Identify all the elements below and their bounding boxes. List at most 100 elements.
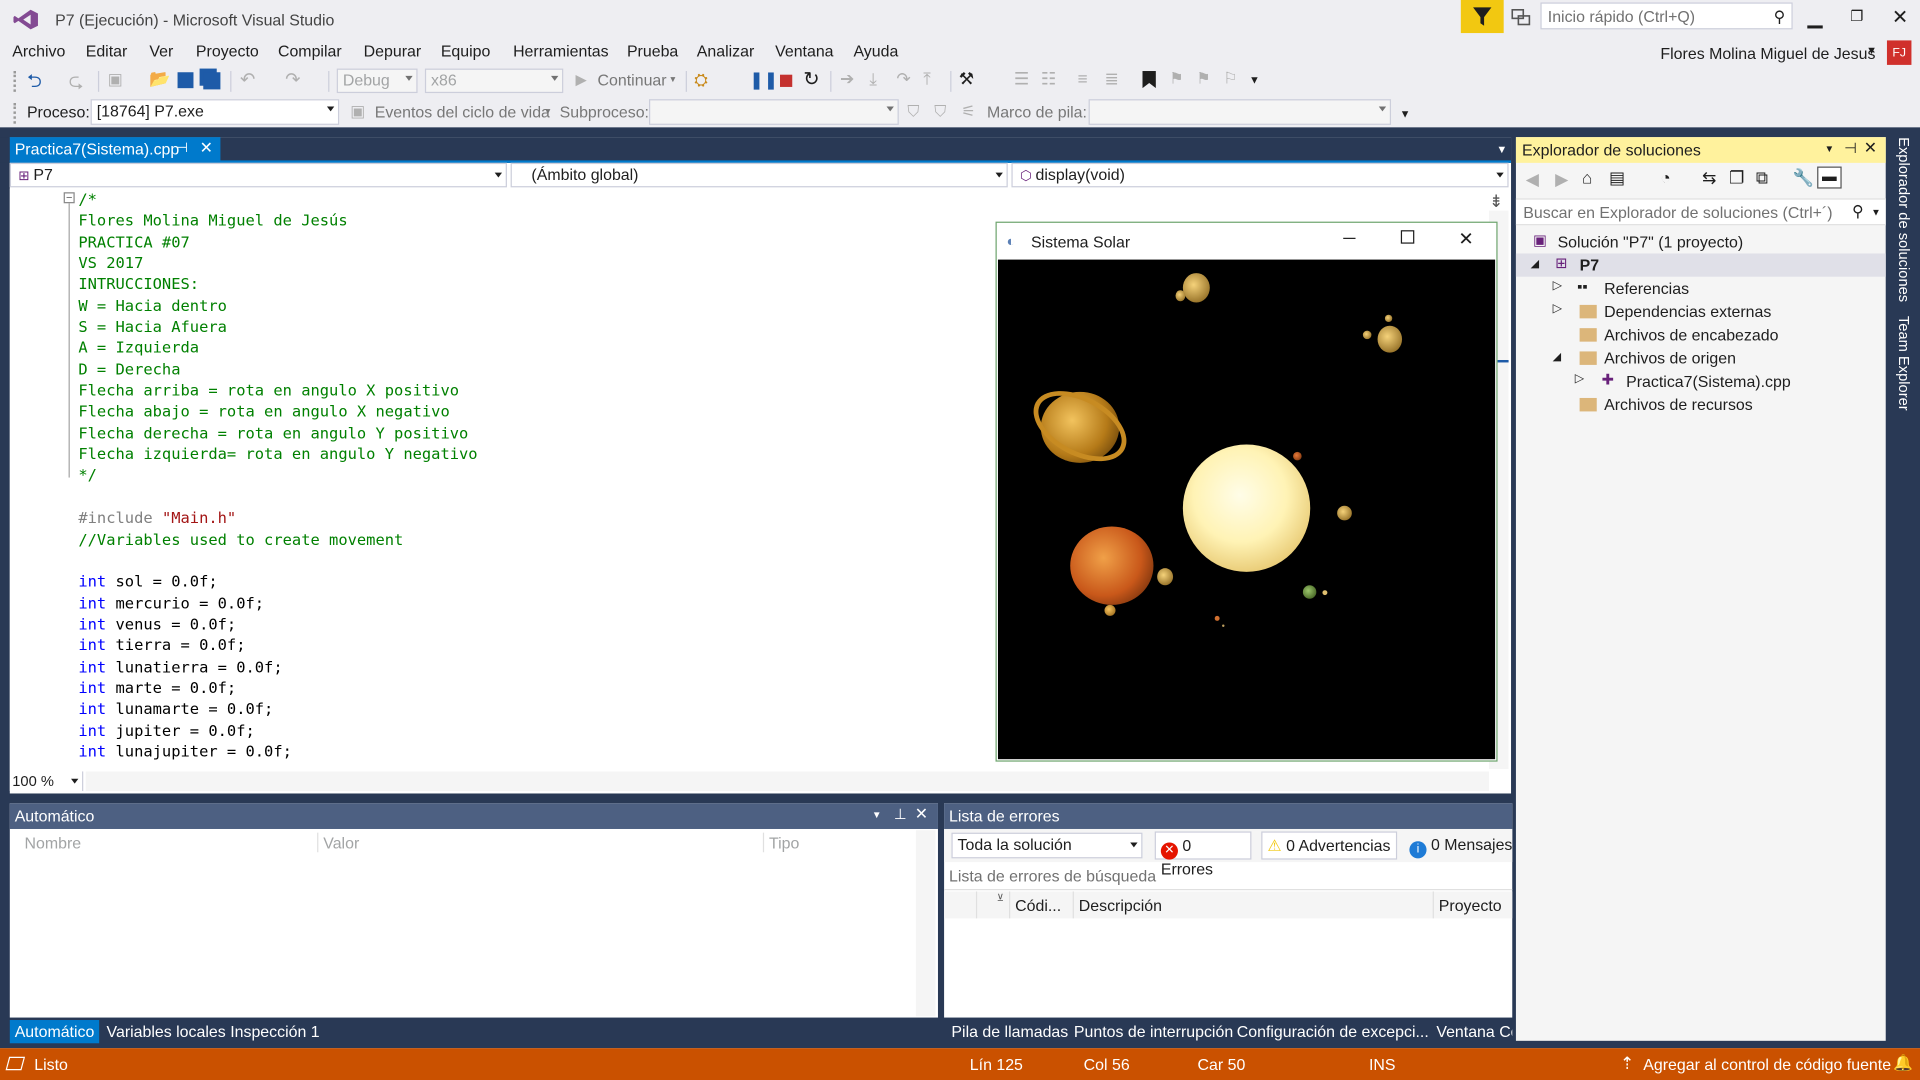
switch-views-icon[interactable]: ▤ [1609, 168, 1625, 189]
menu-archivo[interactable]: Archivo [12, 42, 65, 60]
step-out-icon[interactable]: ⤒ [923, 69, 931, 90]
code-line[interactable] [78, 486, 477, 507]
code-line[interactable]: int venus = 0.0f; [78, 613, 477, 634]
tree-item-origen[interactable]: ◢ Archivos de origen [1516, 347, 1886, 370]
nav-project-dropdown[interactable]: ⊞ P7 [9, 162, 507, 188]
code-line[interactable]: W = Hacia dentro [78, 295, 477, 316]
play-icon[interactable]: ▶ [576, 71, 587, 88]
open-file-icon[interactable]: 📂 [149, 69, 170, 90]
menu-editar[interactable]: Editar [86, 42, 128, 60]
menu-ver[interactable]: Ver [149, 42, 173, 60]
code-line[interactable]: int tierra = 0.0f; [78, 635, 477, 656]
errors-filter-button[interactable]: ✕ 0 Errores [1154, 831, 1252, 878]
expand-arrow-icon[interactable]: ▷ [1553, 279, 1562, 292]
nav-scope-dropdown[interactable]: (Ámbito global) [510, 162, 1008, 188]
code-line[interactable]: int lunamarte = 0.0f; [78, 698, 477, 719]
save-all-icon[interactable] [203, 72, 221, 90]
home-icon[interactable]: ⌂ [1582, 168, 1592, 188]
bookmark-icon[interactable] [1142, 71, 1156, 89]
toolbar-overflow-icon[interactable]: ▼ [1249, 73, 1260, 85]
menu-ayuda[interactable]: Ayuda [853, 42, 898, 60]
continue-button[interactable]: Continuar [598, 71, 667, 89]
properties-icon[interactable]: 🔧 [1793, 168, 1814, 189]
thread-dropdown[interactable] [648, 99, 899, 125]
opengl-canvas[interactable] [997, 259, 1496, 760]
code-line[interactable]: PRACTICA #07 [78, 231, 477, 252]
pause-icon[interactable]: ❚❚ [749, 70, 778, 91]
sort-icon[interactable]: ⊻ [997, 893, 1004, 904]
pin-icon[interactable]: ⊣ [1844, 140, 1857, 157]
notifications-icon[interactable]: 🔔 [1893, 1053, 1913, 1073]
flag-threads-icon[interactable]: ⛉ [934, 102, 946, 122]
step-into-icon[interactable]: ⤓ [869, 69, 877, 90]
show-all-files-icon[interactable]: ⧉ [1756, 168, 1768, 189]
close-icon[interactable]: ✕ [1864, 138, 1877, 158]
tree-item-solution[interactable]: ▣ Solución "P7" (1 proyecto) [1516, 230, 1886, 253]
code-line[interactable]: #include "Main.h" [78, 507, 477, 528]
side-tab-solution-explorer[interactable]: Explorador de soluciones [1888, 137, 1913, 308]
code-line[interactable]: */ [78, 465, 477, 486]
filter-icon[interactable] [1460, 0, 1504, 34]
chevron-down-icon[interactable]: ▼ [1871, 207, 1881, 218]
collapse-arrow-icon[interactable]: ◢ [1531, 257, 1539, 270]
expand-arrow-icon[interactable]: ▷ [1575, 372, 1584, 385]
errors-search-input[interactable]: Lista de errores de búsqueda [944, 863, 1513, 891]
filter-threads-icon[interactable]: ⛉ [907, 102, 919, 122]
uncomment-icon[interactable]: ☷ [1041, 69, 1056, 90]
step-over-icon[interactable]: ↷ [896, 69, 910, 90]
tree-item-project[interactable]: ◢ ⊞ P7 [1515, 253, 1886, 277]
tab-configuracion-excepciones[interactable]: Configuración de excepci... [1232, 1020, 1434, 1043]
tree-item-dependencias[interactable]: ▷ Dependencias externas [1516, 300, 1886, 323]
menu-equipo[interactable]: Equipo [441, 42, 491, 60]
close-button[interactable]: ✕ [1892, 5, 1908, 29]
messages-filter-button[interactable]: i 0 Mensajes [1405, 831, 1515, 859]
forward-icon[interactable]: ▶ [1555, 169, 1568, 190]
code-line[interactable]: Flecha izquierda= rota en angulo Y negat… [78, 443, 477, 464]
tab-variables-locales[interactable]: Variables locales [102, 1020, 231, 1043]
column-nombre[interactable]: Nombre [24, 834, 81, 852]
autos-scrollbar[interactable] [915, 830, 936, 1017]
tab-automatico[interactable]: Automático [9, 1020, 100, 1044]
code-line[interactable]: //Variables used to create movement [78, 528, 477, 549]
minimize-button[interactable]: ▁ [1807, 5, 1822, 29]
chevron-down-icon[interactable]: ▼ [544, 108, 552, 117]
back-icon[interactable]: ◀ [1526, 169, 1539, 190]
scope-dropdown[interactable]: Toda la solución [951, 832, 1143, 859]
code-line[interactable]: int marte = 0.0f; [78, 677, 477, 698]
indent-icon[interactable]: ≡ [1078, 69, 1088, 89]
pin-icon[interactable]: ⊥ [894, 806, 907, 823]
solex-search-input[interactable]: Buscar en Explorador de soluciones (Ctrl… [1515, 198, 1886, 226]
split-editor-icon[interactable]: ⇟ [1489, 191, 1503, 212]
menu-compilar[interactable]: Compilar [278, 42, 342, 60]
next-bookmark-icon[interactable]: ⚑ [1196, 69, 1210, 89]
comment-icon[interactable]: ☰ [1014, 69, 1029, 90]
menu-ventana[interactable]: Ventana [775, 42, 833, 60]
preview-icon[interactable]: ▬ [1817, 166, 1842, 189]
close-icon[interactable]: ✕ [200, 138, 213, 158]
sync-icon[interactable]: ⇆ [1702, 168, 1716, 189]
code-line[interactable]: A = Izquierda [78, 337, 477, 358]
solar-close-button[interactable]: ✕ [1458, 228, 1473, 250]
tab-pila-de-llamadas[interactable]: Pila de llamadas [947, 1020, 1074, 1043]
tab-practica7[interactable]: Practica7(Sistema).cpp ⊣ ✕ [9, 137, 221, 162]
column-valor[interactable]: Valor [323, 834, 359, 852]
save-icon[interactable] [177, 72, 194, 89]
menu-depurar[interactable]: Depurar [364, 42, 422, 60]
search-icon[interactable]: ⚲ [1774, 7, 1786, 27]
lifecycle-icon[interactable]: ▣ [350, 102, 365, 122]
pending-changes-icon[interactable]: ◔ [1660, 168, 1670, 188]
code-line[interactable] [78, 550, 477, 571]
chevron-down-icon[interactable]: ▼ [872, 809, 882, 820]
back-icon[interactable]: ⮌ [27, 69, 42, 100]
hex-icon[interactable]: ⚒ [959, 69, 974, 90]
tree-item-referencias[interactable]: ▷ ▪▪ Referencias [1516, 277, 1886, 300]
solar-maximize-button[interactable] [1400, 230, 1415, 244]
code-line[interactable]: VS 2017 [78, 252, 477, 273]
undo-icon[interactable]: ↶ [240, 69, 255, 91]
code-line[interactable]: D = Derecha [78, 358, 477, 379]
code-line[interactable]: int lunatierra = 0.0f; [78, 656, 477, 677]
quick-launch-box[interactable]: Inicio rápido (Ctrl+Q) ⚲ [1540, 2, 1793, 30]
side-tab-team-explorer[interactable]: Team Explorer [1888, 316, 1913, 419]
zoom-dropdown[interactable]: 100 % [9, 771, 84, 792]
stop-icon[interactable] [780, 74, 793, 87]
